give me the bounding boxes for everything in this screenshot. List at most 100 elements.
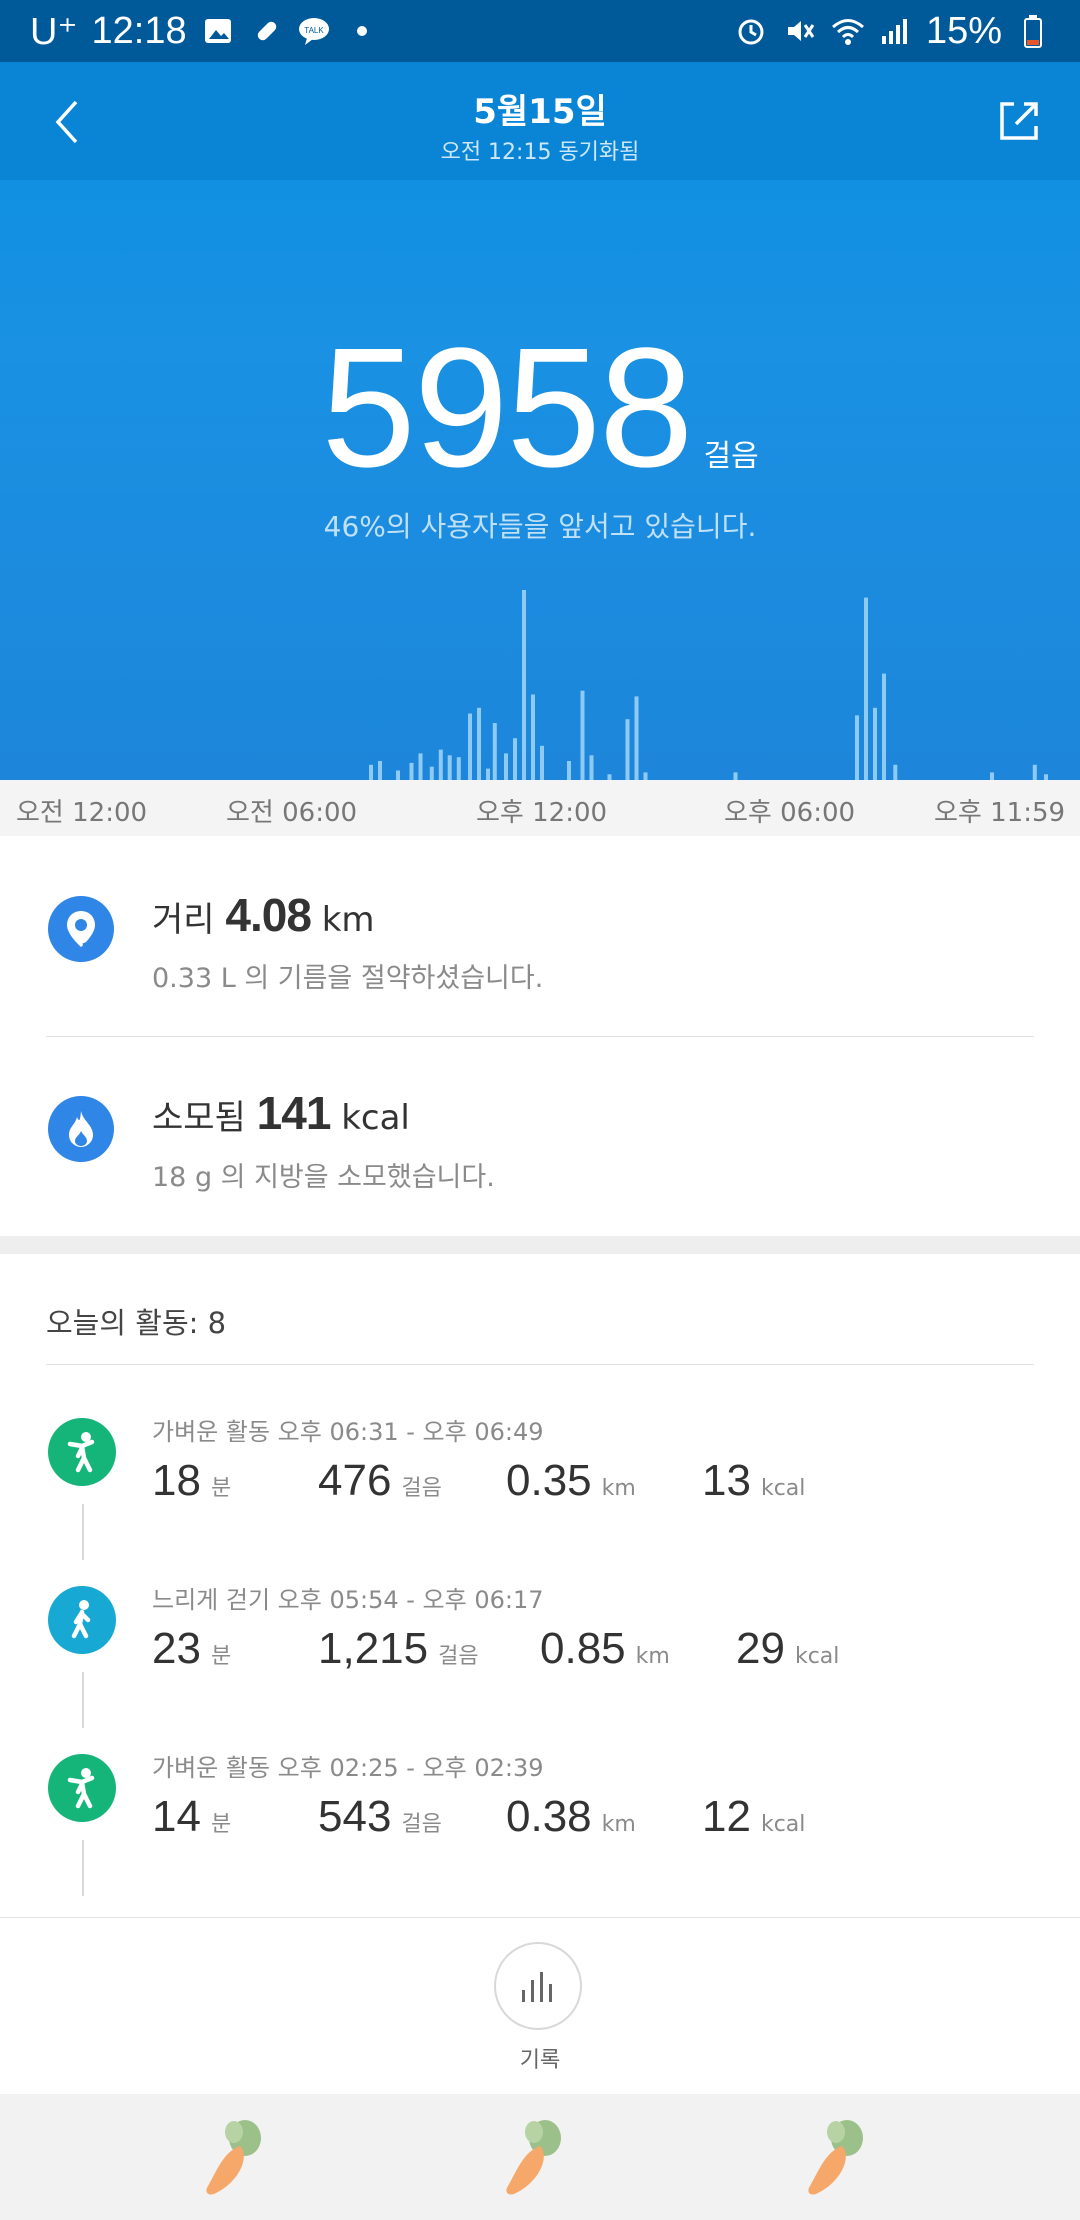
axis-label-6pm: 오후 06:00	[724, 798, 856, 828]
chart-bar	[513, 738, 517, 780]
light-activity-icon	[48, 1754, 116, 1822]
sync-status: 오전 12:15 동기화됨	[440, 140, 640, 165]
calories-label: 소모됨	[152, 1098, 246, 1138]
alarm-icon	[734, 14, 768, 48]
activity-time: 가벼운 활동 오후 02:25 - 오후 02:39	[152, 1754, 544, 1782]
chart-bar	[873, 707, 877, 780]
activity-duration: 23 분	[152, 1624, 232, 1673]
chart-x-axis: 오전 12:00 오전 06:00 오후 12:00 오후 06:00 오후 1…	[0, 780, 1080, 836]
carrot-icon	[808, 2120, 863, 2195]
chart-bar	[369, 764, 373, 780]
carrier-label: U⁺	[30, 10, 78, 53]
location-icon	[48, 896, 114, 962]
axis-label-end: 오후 11:59	[934, 798, 1066, 828]
page-title: 5월15일	[473, 92, 607, 132]
timeline-connector	[82, 1672, 84, 1728]
step-count-unit: 걸음	[703, 439, 759, 474]
axis-label-noon: 오후 12:00	[476, 798, 608, 828]
chart-bar	[486, 768, 490, 780]
status-bar: U⁺ 12:18 TALK 15%	[0, 0, 1080, 62]
chart-bar	[634, 696, 639, 780]
chart-bar	[893, 764, 898, 780]
chart-bar	[522, 590, 526, 780]
calories-unit: kcal	[341, 1098, 410, 1138]
calories-metric: 소모됨 141 kcal	[152, 1086, 410, 1140]
activity-distance: 0.35 km	[506, 1456, 636, 1505]
hourly-steps-chart	[369, 590, 1048, 780]
calories-subtext: 18 g 의 지방을 소모했습니다.	[152, 1162, 495, 1193]
divider	[46, 1036, 1034, 1037]
activity-calories: 29 kcal	[736, 1624, 840, 1673]
chart-bar	[643, 772, 648, 780]
talk-icon: TALK	[297, 14, 331, 48]
record-section: 기록	[0, 1918, 1080, 2093]
pill-icon	[249, 14, 283, 48]
distance-label: 거리	[152, 900, 215, 940]
chart-bar	[864, 597, 868, 780]
activity-distance: 0.38 km	[506, 1792, 636, 1841]
chart-bar	[456, 757, 461, 780]
activity-duration: 14 분	[152, 1792, 232, 1841]
chart-bar	[855, 715, 859, 780]
chart-bar	[531, 694, 535, 780]
activity-distance: 0.85 km	[540, 1624, 670, 1673]
activity-time: 느리게 걷기 오후 05:54 - 오후 06:17	[152, 1586, 544, 1614]
status-time: 12:18	[91, 9, 187, 52]
chart-bar	[468, 713, 472, 780]
carrot-icon	[206, 2120, 261, 2195]
svg-text:TALK: TALK	[304, 26, 324, 35]
distance-value: 4.08	[225, 889, 312, 941]
chart-bar	[447, 755, 452, 780]
chart-bar	[418, 753, 423, 780]
chart-bar	[409, 762, 414, 780]
chart-bar	[733, 772, 738, 780]
distance-metric: 거리 4.08 km	[152, 888, 375, 942]
chart-bar	[625, 719, 630, 780]
calories-value: 141	[256, 1087, 332, 1139]
timeline-connector	[82, 1840, 84, 1896]
distance-subtext: 0.33 L 의 기름을 절약하셨습니다.	[152, 963, 544, 994]
chart-bar	[580, 690, 585, 780]
section-separator	[0, 1236, 1080, 1254]
gallery-icon	[201, 14, 235, 48]
flame-icon	[48, 1096, 114, 1162]
activity-calories: 13 kcal	[702, 1456, 806, 1505]
chart-bar	[378, 761, 382, 780]
distance-unit: km	[321, 900, 375, 940]
axis-label-start: 오전 12:00	[16, 798, 148, 828]
chart-bar	[540, 745, 544, 780]
chart-bar	[429, 766, 434, 780]
slow-walk-icon	[48, 1586, 116, 1654]
share-icon	[1000, 102, 1038, 140]
wifi-icon	[830, 14, 864, 48]
divider	[46, 1364, 1034, 1365]
chart-bar	[477, 707, 481, 780]
bar-chart-icon	[522, 1972, 552, 2002]
activities-header: 오늘의 활동: 8	[46, 1306, 227, 1340]
carrot-icon	[506, 2120, 561, 2195]
battery-percent: 15%	[925, 9, 1002, 52]
mute-icon	[782, 14, 816, 48]
chart-bar	[589, 755, 594, 780]
activity-steps: 1,215 걸음	[318, 1624, 479, 1673]
share-button[interactable]	[994, 96, 1044, 146]
battery-icon	[1016, 14, 1050, 48]
record-label: 기록	[519, 2048, 561, 2073]
dot-icon	[345, 14, 379, 48]
timeline-connector	[82, 1504, 84, 1560]
activity-duration: 18 분	[152, 1456, 232, 1505]
chart-bar	[438, 749, 443, 780]
record-button[interactable]	[494, 1942, 582, 2030]
chart-bar	[504, 753, 508, 780]
chart-bar	[990, 772, 994, 780]
axis-label-6am: 오전 06:00	[226, 798, 358, 828]
activity-steps: 543 걸음	[318, 1792, 442, 1841]
chart-bar	[567, 761, 571, 780]
activity-steps: 476 걸음	[318, 1456, 442, 1505]
light-activity-icon	[48, 1418, 116, 1486]
step-count-value: 5958	[321, 313, 693, 503]
chart-bar	[492, 723, 497, 780]
activity-time: 가벼운 활동 오후 06:31 - 오후 06:49	[152, 1418, 544, 1446]
signal-icon	[878, 14, 912, 48]
chart-bar	[396, 770, 400, 780]
